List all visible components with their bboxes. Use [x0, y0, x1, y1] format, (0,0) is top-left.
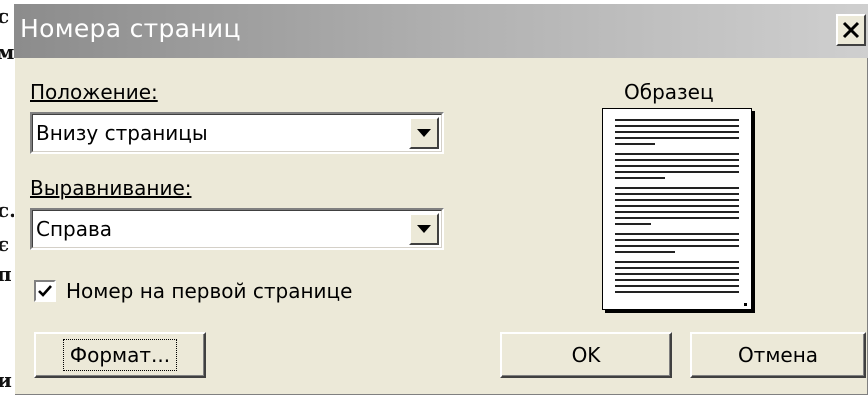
- ok-button[interactable]: OK: [500, 332, 672, 378]
- cancel-button[interactable]: Отмена: [690, 332, 866, 378]
- page-numbers-dialog: Номера страниц Положение: Внизу страницы…: [14, 4, 868, 395]
- position-label-text: Положение:: [30, 80, 158, 104]
- position-dropdown-button[interactable]: [409, 117, 439, 149]
- alignment-select[interactable]: Справа: [30, 208, 444, 250]
- position-select-value: Внизу страницы: [36, 121, 208, 145]
- background-document: с м с. є п и: [0, 0, 14, 395]
- format-button-label: Формат...: [62, 339, 178, 371]
- dialog-title: Номера страниц: [20, 14, 241, 43]
- page-preview: [602, 108, 752, 310]
- doc-fragment: с: [0, 4, 10, 28]
- position-label: Положение:: [30, 80, 158, 104]
- first-page-label[interactable]: Номер на первой странице: [66, 279, 352, 303]
- first-page-label-text: Номер на первой странице: [66, 279, 353, 303]
- format-button[interactable]: Формат...: [34, 332, 206, 378]
- doc-fragment: є: [0, 232, 10, 256]
- chevron-down-icon: [417, 129, 431, 137]
- close-icon: [842, 21, 860, 39]
- cancel-button-label: Отмена: [737, 343, 819, 367]
- preview-label: Образец: [624, 80, 714, 104]
- doc-fragment: с.: [0, 198, 14, 222]
- checkmark-icon: [38, 285, 52, 297]
- page-number-marker: [744, 303, 747, 306]
- alignment-label-text: Выравнивание:: [30, 176, 192, 200]
- close-button[interactable]: [836, 14, 866, 46]
- alignment-select-value: Справа: [36, 217, 113, 241]
- alignment-label: Выравнивание:: [30, 176, 191, 200]
- doc-fragment: п: [0, 262, 12, 286]
- alignment-dropdown-button[interactable]: [409, 213, 439, 245]
- chevron-down-icon: [417, 225, 431, 233]
- dialog-titlebar[interactable]: Номера страниц: [14, 4, 868, 58]
- ok-button-label: OK: [571, 343, 601, 367]
- position-select[interactable]: Внизу страницы: [30, 112, 444, 154]
- doc-fragment: и: [0, 368, 12, 392]
- doc-fragment: м: [0, 40, 14, 64]
- first-page-checkbox[interactable]: [34, 280, 56, 302]
